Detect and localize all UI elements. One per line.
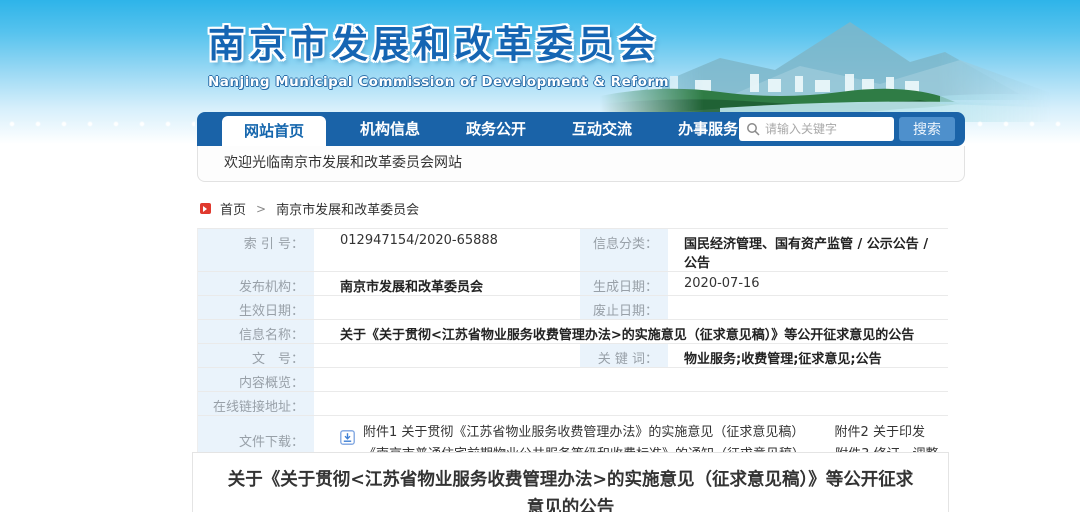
download-icon[interactable] [340, 430, 355, 445]
publisher-label: 发布机构： [198, 272, 316, 295]
sparkle-pattern-left [0, 117, 195, 131]
search-area: 搜索 [739, 117, 955, 141]
online-link-label: 在线链接地址： [198, 392, 316, 415]
search-icon [746, 122, 760, 136]
table-row: 信息名称： 关于《关于贯彻<江苏省物业服务收费管理办法>的实施意见（征求意见稿）… [198, 320, 948, 344]
content-overview-label: 内容概览： [198, 368, 316, 391]
article-title: 关于《关于贯彻<江苏省物业服务收费管理办法>的实施意见（征求意见稿）》等公开征求… [193, 453, 948, 512]
breadcrumb-home-link[interactable]: 首页 [220, 199, 246, 218]
breadcrumb-current: 南京市发展和改革委员会 [276, 199, 419, 218]
generated-date-value: 2020-07-16 [670, 272, 948, 295]
search-button[interactable]: 搜索 [899, 117, 955, 141]
generated-date-label: 生成日期： [578, 272, 670, 295]
table-row: 发布机构： 南京市发展和改革委员会 生成日期： 2020-07-16 [198, 272, 948, 296]
table-row: 内容概览： [198, 368, 948, 392]
doc-number-value [316, 344, 578, 367]
main-nav: 网站首页 机构信息 政务公开 互动交流 办事服务 搜索 [197, 112, 965, 146]
nav-tab-interaction[interactable]: 互动交流 [560, 112, 644, 146]
info-category-value: 国民经济管理、国有资产监管 / 公示公告 / 公告 [670, 229, 948, 271]
welcome-bar: 欢迎光临南京市发展和改革委员会网站 [197, 146, 965, 182]
table-row: 文 号： 关 键 词： 物业服务;收费管理;征求意见;公告 [198, 344, 948, 368]
site-subtitle: Nanjing Municipal Commission of Developm… [208, 74, 669, 90]
online-link-value [316, 392, 948, 415]
table-row: 生效日期： 废止日期： [198, 296, 948, 320]
expiry-date-label: 废止日期： [578, 296, 670, 319]
index-number-label: 索 引 号： [198, 229, 316, 271]
doc-number-label: 文 号： [198, 344, 316, 367]
publisher-value: 南京市发展和改革委员会 [316, 272, 578, 295]
breadcrumb-separator: > [256, 202, 266, 216]
keywords-label: 关 键 词： [578, 344, 670, 367]
info-category-label: 信息分类： [578, 229, 670, 271]
page: 南京市发展和改革委员会 Nanjing Municipal Commission… [0, 0, 1080, 512]
site-title: 南京市发展和改革委员会 [208, 14, 669, 68]
breadcrumb: 首页 > 南京市发展和改革委员会 [200, 199, 419, 218]
sparkle-pattern-right [968, 117, 1080, 131]
nav-tab-services[interactable]: 办事服务 [666, 112, 750, 146]
nav-tab-org-info[interactable]: 机构信息 [348, 112, 432, 146]
expiry-date-value [670, 296, 948, 319]
lake-mountain-scenery [600, 0, 1070, 122]
effective-date-value [316, 296, 578, 319]
info-name-value: 关于《关于贯彻<江苏省物业服务收费管理办法>的实施意见（征求意见稿）》等公开征求… [316, 320, 948, 343]
attachment-link-1[interactable]: 附件1 关于贯彻《江苏省物业服务收费管理办法》的实施意见（征求意见稿） [363, 425, 804, 440]
table-row: 在线链接地址： [198, 392, 948, 416]
table-row: 索 引 号： 012947154/2020-65888 信息分类： 国民经济管理… [198, 229, 948, 272]
effective-date-label: 生效日期： [198, 296, 316, 319]
nav-tab-gov-disclosure[interactable]: 政务公开 [454, 112, 538, 146]
article-panel: 关于《关于贯彻<江苏省物业服务收费管理办法>的实施意见（征求意见稿）》等公开征求… [192, 452, 949, 512]
index-number-value: 012947154/2020-65888 [316, 229, 578, 271]
site-brand: 南京市发展和改革委员会 Nanjing Municipal Commission… [208, 14, 669, 90]
search-input[interactable] [739, 117, 894, 141]
info-name-label: 信息名称： [198, 320, 316, 343]
nav-tab-home[interactable]: 网站首页 [222, 116, 326, 146]
breadcrumb-marker-icon [200, 203, 211, 214]
keywords-value: 物业服务;收费管理;征求意见;公告 [670, 344, 948, 367]
content-overview-value [316, 368, 948, 391]
document-info-table: 索 引 号： 012947154/2020-65888 信息分类： 国民经济管理… [197, 228, 948, 489]
